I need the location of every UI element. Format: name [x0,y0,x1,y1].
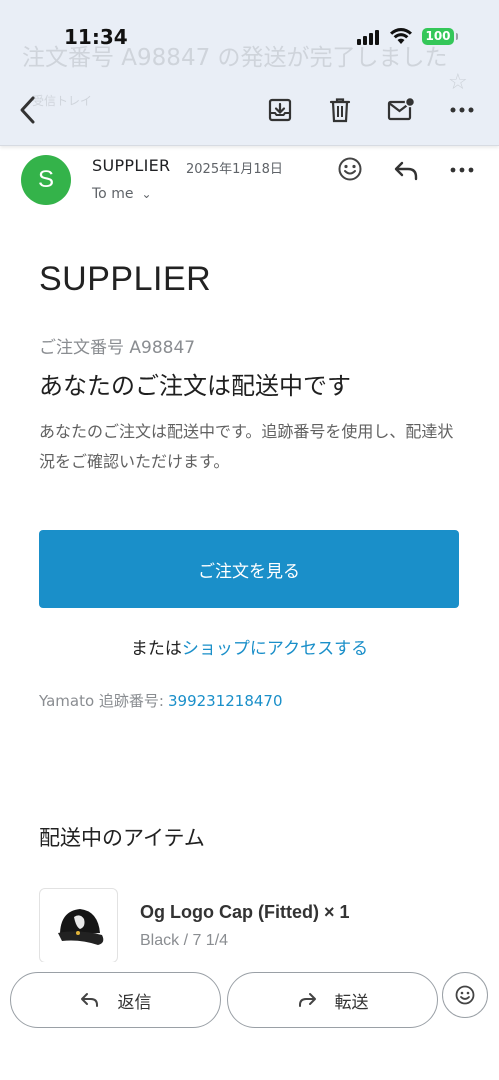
recipient-details-toggle[interactable]: To me ⌄ [92,186,152,202]
message-more-button[interactable] [448,156,476,184]
more-horizontal-icon [450,107,474,113]
top-app-bar: 11:34 100 注文番号 A98847 の発送が完了しました受信トレイ ☆ [0,0,499,146]
product-image [39,888,118,963]
back-button[interactable] [10,92,46,128]
recipient-label: To me [92,186,134,202]
emoji-reaction-button[interactable] [336,155,364,183]
mail-unread-icon [387,97,415,121]
archive-icon [268,98,292,122]
forward-button[interactable]: 転送 [227,972,438,1028]
reply-button[interactable]: 返信 [10,972,221,1028]
tracking-number-link[interactable]: 399231218470 [168,692,283,710]
alt-prefix: または [130,639,182,659]
order-number: ご注文番号 A98847 [39,338,196,358]
emoji-react-button[interactable] [442,972,488,1018]
forward-icon [298,993,316,1007]
email-description: あなたのご注文は配送中です。追跡番号を使用し、配達状況をご確認いただけます。 [39,422,454,471]
view-order-button[interactable]: ご注文を見る [39,530,459,608]
shop-link-row: またはショップにアクセスする [0,634,499,659]
chevron-down-icon: ⌄ [141,187,152,201]
smiley-icon [455,985,475,1005]
chevron-left-icon [20,96,35,124]
delete-button[interactable] [322,92,358,128]
mark-unread-button[interactable] [383,92,419,128]
tracking-label: Yamato 追跡番号: [39,692,164,710]
cap-icon [58,909,104,945]
bottom-action-bar: 返信 転送 [0,962,499,1080]
sender-name: SUPPLIER [92,156,171,175]
sender-avatar[interactable]: S [21,155,71,205]
tracking-info: Yamato 追跡番号: 399231218470 [39,690,283,711]
item-name: Og Logo Cap (Fitted) × 1 [140,902,350,922]
email-headline: あなたのご注文は配送中です [39,372,351,400]
visit-shop-link[interactable]: ショップにアクセスする [182,639,368,659]
reply-icon [80,993,98,1007]
reply-label: 返信 [117,992,152,1013]
subject-text: 注文番号 A98847 の発送が完了しました [22,45,448,71]
forward-label: 転送 [334,992,369,1013]
items-section-title: 配送中のアイテム [39,826,205,850]
brand-heading: SUPPLIER [39,260,212,298]
trash-icon [329,98,351,123]
archive-button[interactable] [262,92,298,128]
more-options-button[interactable] [444,92,480,128]
message-date: 2025年1月18日 [186,162,283,177]
reply-icon-button[interactable] [392,156,420,184]
item-variant: Black / 7 1/4 [140,932,229,949]
